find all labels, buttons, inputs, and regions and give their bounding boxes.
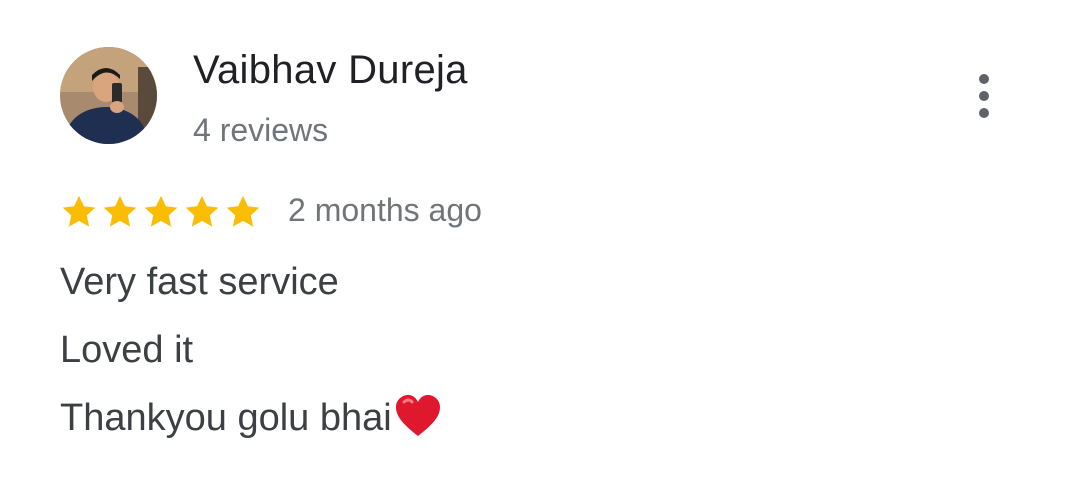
more-vert-icon-dot [979,108,989,118]
avatar-image [60,47,157,144]
star-icon [101,193,139,231]
review-text: Very fast service Loved it Thankyou golu… [60,256,442,460]
review-card: Vaibhav Dureja 4 reviews 2 months ago Ve… [0,0,1080,483]
heart-emoji-icon [394,394,442,452]
star-icon [60,193,98,231]
review-count[interactable]: 4 reviews [193,110,328,150]
star-icon [142,193,180,231]
review-time: 2 months ago [288,192,482,228]
more-vert-icon-dot [979,91,989,101]
avatar[interactable] [60,47,157,144]
author-name[interactable]: Vaibhav Dureja [193,46,468,94]
review-text-line: Loved it [60,329,194,371]
review-text-line: Thankyou golu bhai [60,392,442,460]
star-rating [60,192,262,232]
more-options-button[interactable] [960,68,1008,124]
star-icon [224,193,262,231]
star-icon [183,193,221,231]
review-text-line: Very fast service [60,261,339,303]
more-vert-icon-dot [979,74,989,84]
